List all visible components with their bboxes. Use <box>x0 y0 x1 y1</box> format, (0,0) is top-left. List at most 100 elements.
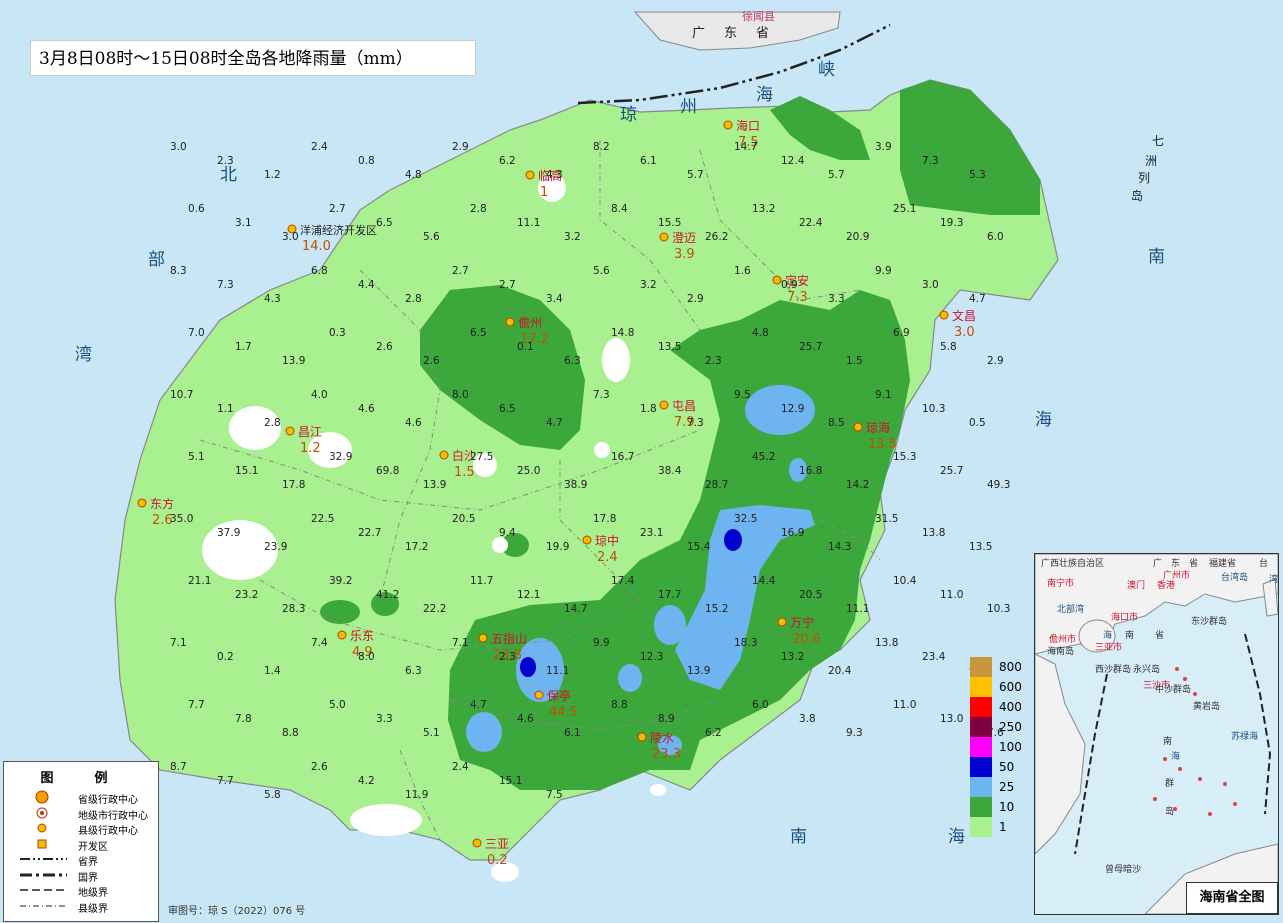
rainfall-value: 15.1 <box>235 465 258 477</box>
inset-label: 省 <box>1189 557 1198 569</box>
rainfall-value: 7.1 <box>170 637 187 649</box>
rainfall-value: 7.4 <box>311 637 328 649</box>
rainfall-value: 18.3 <box>734 637 757 649</box>
rainfall-value: 0.2 <box>217 651 234 663</box>
rainfall-value: 4.8 <box>405 169 422 181</box>
rainfall-value: 9.3 <box>846 727 863 739</box>
rainfall-value: 12.3 <box>640 651 663 663</box>
rainfall-value: 14.4 <box>752 575 776 587</box>
county-center-icon <box>505 317 515 327</box>
inset-label: 南 <box>1163 735 1172 747</box>
rainfall-value: 2.4 <box>311 141 328 153</box>
rainfall-value: 2.9 <box>687 293 704 305</box>
rainfall-value: 4.8 <box>752 327 769 339</box>
inset-label: 省 <box>1155 629 1164 641</box>
station-name: 文昌 <box>952 308 976 323</box>
rainfall-value: 14.7 <box>564 603 587 615</box>
rainfall-value: 5.0 <box>329 699 346 711</box>
rainfall-value: 5.7 <box>687 169 704 181</box>
legend-item: 地级市行政中心 <box>4 806 154 822</box>
rainfall-value: 8.5 <box>828 417 845 429</box>
station-name: 琼中 <box>595 533 619 548</box>
inset-label: 南 <box>1125 629 1134 641</box>
station-value: 2.4 <box>597 550 618 565</box>
rain-band-10-25-northeast <box>900 80 1040 215</box>
line-thick-icon <box>20 873 67 876</box>
legend-item: 国界 <box>4 868 154 884</box>
legend-label: 地级界 <box>78 888 108 899</box>
rainfall-value: 3.8 <box>799 713 816 725</box>
rainfall-value: 32.5 <box>734 513 757 525</box>
svg-text:洲: 洲 <box>1145 154 1157 168</box>
rainfall-value: 31.5 <box>875 513 898 525</box>
rainfall-value: 11.9 <box>405 789 428 801</box>
station-value: 1.5 <box>454 465 475 480</box>
legend-item: 开发区 <box>4 837 154 853</box>
map-title: 3月8日08时～15日08时全岛各地降雨量（mm） <box>30 40 476 76</box>
rainfall-value: 2.7 <box>329 203 346 215</box>
svg-text:海: 海 <box>1035 410 1052 430</box>
rainfall-value: 2.6 <box>376 341 393 353</box>
rainfall-value: 32.9 <box>329 451 352 463</box>
rainfall-value: 9.9 <box>875 265 892 277</box>
rainfall-value: 3.2 <box>640 279 657 291</box>
rainfall-value: 8.3 <box>170 265 187 277</box>
svg-text:北: 北 <box>220 165 237 185</box>
rainfall-value: 13.9 <box>282 355 305 367</box>
rainfall-value: 6.5 <box>499 403 516 415</box>
inset-label: 曾母暗沙 <box>1105 863 1141 875</box>
inset-map-svg: 广西壮族自治区广东省福建省 台湾南宁市广州市澳门 香港台湾岛东沙群岛北部湾海口市儋州… <box>1035 554 1278 914</box>
station-name: 琼海 <box>866 420 890 435</box>
county-center-icon <box>525 170 535 180</box>
station-value: 3.0 <box>954 325 975 340</box>
inset-label: 东 <box>1171 557 1180 569</box>
rainfall-value: 9.1 <box>875 389 892 401</box>
inset-label: 台 <box>1259 557 1268 569</box>
rainfall-value: 27.5 <box>470 451 493 463</box>
scale-swatch <box>970 817 992 837</box>
county-center-icon <box>439 450 449 460</box>
scale-swatch <box>970 777 992 797</box>
rainfall-value: 3.3 <box>376 713 393 725</box>
rainfall-value: 6.3 <box>405 665 422 677</box>
line-dash-icon <box>20 889 67 891</box>
rainfall-value: 8.2 <box>593 141 610 153</box>
rainfall-value: 13.9 <box>423 479 446 491</box>
county-center-icon <box>772 275 782 285</box>
svg-text:南: 南 <box>790 827 807 847</box>
rainfall-value: 10.7 <box>170 389 193 401</box>
legend-title: 图 例 <box>40 771 122 786</box>
county-center-icon <box>723 120 733 130</box>
inset-label: 海 <box>1103 629 1112 641</box>
rainfall-value: 7.7 <box>188 699 205 711</box>
county-center-icon <box>777 617 787 627</box>
rainfall-value: 1.7 <box>235 341 252 353</box>
rain-band-25-50-sw <box>466 712 502 752</box>
rainfall-value: 5.8 <box>264 789 281 801</box>
rainfall-value: 15.4 <box>687 541 711 553</box>
county-center-icon <box>853 422 863 432</box>
rain-band-10-25-small1 <box>320 600 360 624</box>
rainfall-value: 2.7 <box>499 279 516 291</box>
inset-label: 三亚市 <box>1095 641 1122 653</box>
svg-text:徐闻县: 徐闻县 <box>742 9 775 23</box>
rainfall-value: 0.3 <box>329 327 346 339</box>
inset-label: 广 <box>1153 557 1162 569</box>
rainfall-value: 6.9 <box>893 327 910 339</box>
legend-label: 县级界 <box>78 903 108 915</box>
double-circle-icon <box>36 807 48 818</box>
legend-label: 省级行政中心 <box>78 795 138 806</box>
rainfall-value: 13.8 <box>875 637 898 649</box>
rainfall-value: 11.1 <box>546 665 569 677</box>
legend-item: 县级行政中心 <box>4 821 154 837</box>
rainfall-value: 13.8 <box>922 527 945 539</box>
svg-text:七: 七 <box>1152 134 1164 148</box>
station-value: 1 <box>540 185 548 200</box>
rainfall-value: 23.4 <box>922 651 946 663</box>
rainfall-value: 2.8 <box>470 203 487 215</box>
rainfall-value: 25.7 <box>799 341 822 353</box>
station-name: 屯昌 <box>672 399 696 413</box>
scale-label: 600 <box>999 680 1022 694</box>
rainfall-value: 3.4 <box>546 293 563 305</box>
star-circle-icon <box>35 790 49 804</box>
